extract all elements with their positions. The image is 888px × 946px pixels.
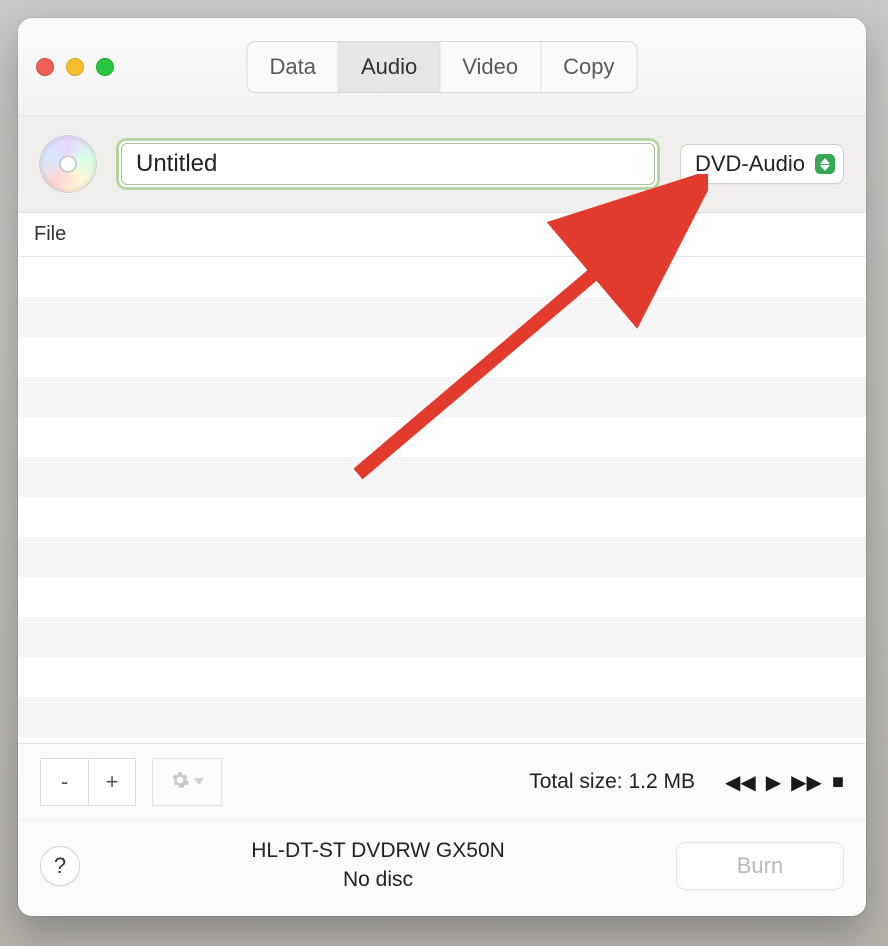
drive-info: HL-DT-ST DVDRW GX50N No disc <box>96 837 660 894</box>
stop-icon[interactable]: ■ <box>832 771 844 794</box>
action-menu-button[interactable] <box>152 758 222 806</box>
list-row <box>18 657 866 697</box>
list-row <box>18 577 866 617</box>
play-icon[interactable]: ▶ <box>766 770 781 795</box>
burn-window: Data Audio Video Copy DVD-Audio File <box>18 18 866 916</box>
list-row <box>18 337 866 377</box>
disc-format-select[interactable]: DVD-Audio <box>680 144 844 184</box>
total-size-label: Total size: <box>529 770 622 793</box>
titlebar: Data Audio Video Copy <box>18 18 866 116</box>
disc-icon <box>40 136 96 192</box>
list-row <box>18 417 866 457</box>
column-file[interactable]: File <box>18 213 626 256</box>
list-row <box>18 377 866 417</box>
total-size-value: 1.2 MB <box>628 770 695 793</box>
drive-status: No disc <box>96 866 660 894</box>
help-button[interactable]: ? <box>40 846 80 886</box>
dropdown-caret-icon <box>815 154 835 174</box>
minimize-window-button[interactable] <box>66 58 84 76</box>
add-remove-group: - + <box>40 758 136 806</box>
footer-toolbar: - + Total size: 1.2 MB ◀◀ ▶ ▶▶ ■ <box>18 743 866 820</box>
list-row <box>18 537 866 577</box>
disc-header: DVD-Audio <box>18 116 866 213</box>
total-size: Total size: 1.2 MB <box>529 770 695 794</box>
gear-icon <box>170 770 190 795</box>
remove-button[interactable]: - <box>40 758 88 806</box>
disc-title-field-wrap <box>116 138 660 190</box>
column-size[interactable]: Size <box>626 213 866 256</box>
disc-format-label: DVD-Audio <box>695 151 805 177</box>
burn-button[interactable]: Burn <box>676 842 844 890</box>
tab-video[interactable]: Video <box>439 42 540 92</box>
mode-tabs: Data Audio Video Copy <box>247 41 638 93</box>
list-row <box>18 257 866 297</box>
drive-name: HL-DT-ST DVDRW GX50N <box>96 837 660 865</box>
list-row <box>18 697 866 737</box>
list-row <box>18 617 866 657</box>
add-button[interactable]: + <box>88 758 136 806</box>
footer-burn-bar: ? HL-DT-ST DVDRW GX50N No disc Burn <box>18 820 866 916</box>
tab-data[interactable]: Data <box>248 42 338 92</box>
rewind-icon[interactable]: ◀◀ <box>725 770 756 795</box>
file-list-header: File Size <box>18 213 866 257</box>
fast-fwd-icon[interactable]: ▶▶ <box>791 770 822 795</box>
file-list[interactable] <box>18 257 866 743</box>
zoom-window-button[interactable] <box>96 58 114 76</box>
list-row <box>18 297 866 337</box>
close-window-button[interactable] <box>36 58 54 76</box>
window-controls <box>36 58 114 76</box>
transport-controls: ◀◀ ▶ ▶▶ ■ <box>725 770 844 795</box>
chevron-down-icon <box>194 773 204 791</box>
disc-title-field[interactable] <box>121 143 655 185</box>
tab-copy[interactable]: Copy <box>540 42 636 92</box>
list-row <box>18 497 866 537</box>
tab-audio[interactable]: Audio <box>338 42 439 92</box>
list-row <box>18 457 866 497</box>
